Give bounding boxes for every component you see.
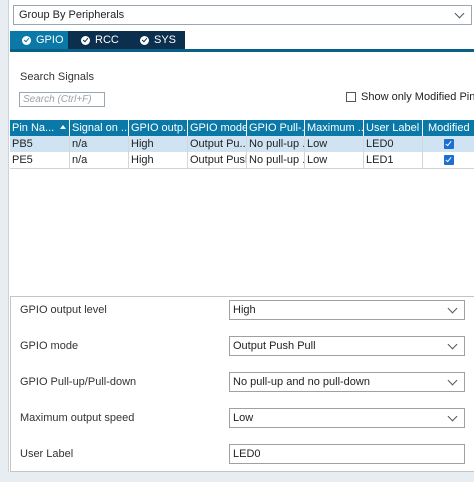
header-gpio-output[interactable]: GPIO outp... <box>129 120 188 136</box>
tab-sys-label: SYS <box>154 34 177 46</box>
cell-pull: No pull-up ... <box>249 136 305 152</box>
output-level-value: High <box>233 304 256 316</box>
cell-modified[interactable] <box>423 152 474 168</box>
tab-sys[interactable]: SYS <box>127 31 185 49</box>
sort-ascending-icon <box>60 125 66 129</box>
peripheral-tabs: GPIO RCC SYS <box>10 31 474 52</box>
tab-gpio[interactable]: GPIO <box>10 31 68 49</box>
cell-output: High <box>129 136 188 152</box>
cell-user-label: LED1 <box>364 152 423 168</box>
cell-speed: Low <box>305 152 364 168</box>
table-header: Pin Na... Signal on ... GPIO outp... GPI… <box>10 120 474 136</box>
search-signals-title: Search Signals <box>20 71 94 83</box>
gpio-mode-label: GPIO mode <box>20 340 79 352</box>
bottom-frame <box>0 472 474 482</box>
check-circle-icon <box>22 35 31 45</box>
header-modified[interactable]: Modified <box>423 120 474 136</box>
header-gpio-mode[interactable]: GPIO mode <box>188 120 247 136</box>
group-by-value: Group By Peripherals <box>19 9 125 21</box>
pull-value: No pull-up and no pull-down <box>233 376 370 388</box>
cell-signal: n/a <box>70 152 129 168</box>
chevron-down-icon <box>454 8 465 19</box>
header-user-label[interactable]: User Label <box>364 120 423 136</box>
checkbox-checked-icon[interactable] <box>443 155 454 165</box>
max-speed-value: Low <box>233 412 254 424</box>
cell-output: High <box>129 152 188 168</box>
chevron-down-icon <box>447 303 458 314</box>
table-row[interactable]: PB5 n/a High Output Pu... No pull-up ...… <box>10 136 474 152</box>
search-input[interactable] <box>19 92 105 107</box>
cell-mode: Output Push... <box>190 152 247 168</box>
gpio-mode-value: Output Push Pull <box>233 340 316 352</box>
pull-select[interactable]: No pull-up and no pull-down <box>229 372 465 392</box>
cell-modified[interactable] <box>423 136 474 152</box>
chevron-down-icon <box>447 375 458 386</box>
left-frame <box>0 0 9 482</box>
group-by-select[interactable]: Group By Peripherals <box>13 5 472 25</box>
header-gpio-pull[interactable]: GPIO Pull-... <box>247 120 305 136</box>
user-label-input[interactable]: LED0 <box>229 444 465 464</box>
check-circle-icon <box>81 35 90 45</box>
show-modified-label: Show only Modified Pins <box>361 91 474 103</box>
output-level-label: GPIO output level <box>20 304 107 316</box>
tab-gpio-label: GPIO <box>36 34 64 46</box>
cell-mode: Output Pu... <box>190 136 247 152</box>
header-max-speed[interactable]: Maximum ... <box>305 120 364 136</box>
cell-pin: PE5 <box>10 152 70 168</box>
gpio-mode-select[interactable]: Output Push Pull <box>229 336 465 356</box>
user-label-label: User Label <box>20 448 74 460</box>
tab-rcc[interactable]: RCC <box>68 31 127 49</box>
cell-speed: Low <box>305 136 364 152</box>
max-speed-select[interactable]: Low <box>229 408 465 428</box>
max-speed-label: Maximum output speed <box>20 412 135 424</box>
cell-pin: PB5 <box>10 136 70 152</box>
show-modified-checkbox[interactable] <box>346 92 356 102</box>
checkbox-checked-icon[interactable] <box>443 139 454 149</box>
cell-pull: No pull-up ... <box>249 152 305 168</box>
cell-user-label: LED0 <box>364 136 423 152</box>
header-pin-name[interactable]: Pin Na... <box>10 120 70 136</box>
check-circle-icon <box>140 35 149 45</box>
chevron-down-icon <box>447 411 458 422</box>
pull-label: GPIO Pull-up/Pull-down <box>20 376 137 388</box>
chevron-down-icon <box>447 339 458 350</box>
table-row[interactable]: PE5 n/a High Output Push... No pull-up .… <box>10 152 474 169</box>
header-signal[interactable]: Signal on ... <box>70 120 129 136</box>
tab-rcc-label: RCC <box>95 34 119 46</box>
output-level-select[interactable]: High <box>229 300 465 320</box>
cell-signal: n/a <box>70 136 129 152</box>
show-modified-toggle[interactable]: Show only Modified Pins <box>346 91 474 103</box>
